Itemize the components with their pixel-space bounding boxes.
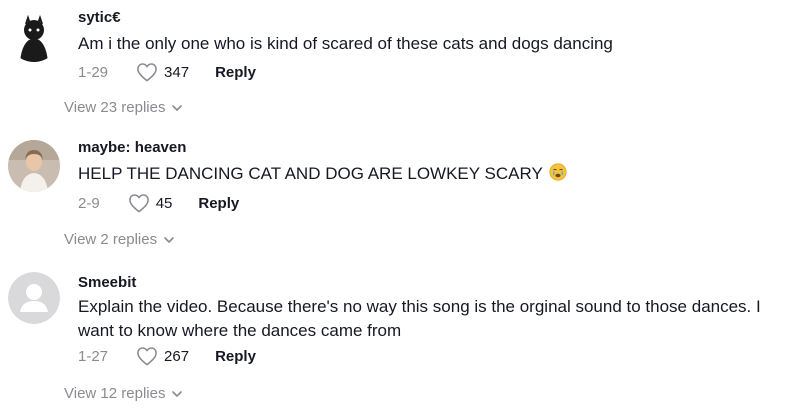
avatar[interactable] bbox=[8, 10, 60, 62]
reply-button[interactable]: Reply bbox=[215, 348, 256, 365]
heart-outline-icon bbox=[128, 194, 149, 213]
view-replies-button[interactable]: View 2 replies bbox=[64, 231, 175, 248]
comment-date: 1-27 bbox=[78, 347, 109, 365]
avatar[interactable] bbox=[8, 140, 60, 192]
comment-username[interactable]: sytic€ bbox=[78, 9, 121, 26]
comment-date: 1-29 bbox=[78, 63, 109, 81]
chevron-down-icon bbox=[172, 104, 183, 111]
comment-text: HELP THE DANCING CAT AND DOG ARE LOWKEY … bbox=[78, 162, 788, 188]
crying-face-emoji-icon bbox=[549, 163, 567, 188]
comment-username[interactable]: Smeebit bbox=[78, 274, 136, 291]
comment-item: Smeebit Explain the video. Because there… bbox=[0, 262, 800, 418]
default-avatar-icon[interactable] bbox=[8, 272, 60, 324]
view-replies-label: View 12 replies bbox=[64, 385, 166, 402]
reply-button[interactable]: Reply bbox=[215, 64, 256, 81]
comment-item: sytic€ Am i the only one who is kind of … bbox=[0, 0, 800, 130]
comment-username[interactable]: maybe: heaven bbox=[78, 139, 186, 156]
comment-meta: 1-27 267 Reply bbox=[78, 346, 256, 366]
chevron-down-icon bbox=[164, 236, 174, 243]
like-count: 267 bbox=[164, 347, 190, 365]
comment-meta: 1-29 347 Reply bbox=[78, 62, 256, 82]
heart-outline-icon bbox=[137, 347, 157, 366]
view-replies-label: View 2 replies bbox=[64, 231, 158, 248]
like-button[interactable]: 45 bbox=[128, 193, 173, 213]
comment-text-content: HELP THE DANCING CAT AND DOG ARE LOWKEY … bbox=[78, 164, 543, 183]
comment-date: 2-9 bbox=[78, 194, 100, 212]
comment-text: Am i the only one who is kind of scared … bbox=[78, 34, 613, 53]
comment-item: maybe: heaven HELP THE DANCING CAT AND D… bbox=[0, 130, 800, 260]
comments-list: sytic€ Am i the only one who is kind of … bbox=[0, 0, 800, 418]
comment-text: Explain the video. Because there's no wa… bbox=[78, 297, 761, 340]
view-replies-button[interactable]: View 23 replies bbox=[64, 99, 183, 116]
view-replies-button[interactable]: View 12 replies bbox=[64, 385, 183, 402]
view-replies-label: View 23 replies bbox=[64, 99, 166, 116]
comment-meta: 2-9 45 Reply bbox=[78, 193, 239, 213]
like-button[interactable]: 267 bbox=[136, 346, 189, 366]
chevron-down-icon bbox=[172, 390, 183, 397]
heart-outline-icon bbox=[137, 63, 157, 82]
like-button[interactable]: 347 bbox=[136, 62, 189, 82]
reply-button[interactable]: Reply bbox=[198, 195, 239, 212]
like-count: 347 bbox=[164, 63, 190, 81]
like-count: 45 bbox=[155, 194, 173, 212]
